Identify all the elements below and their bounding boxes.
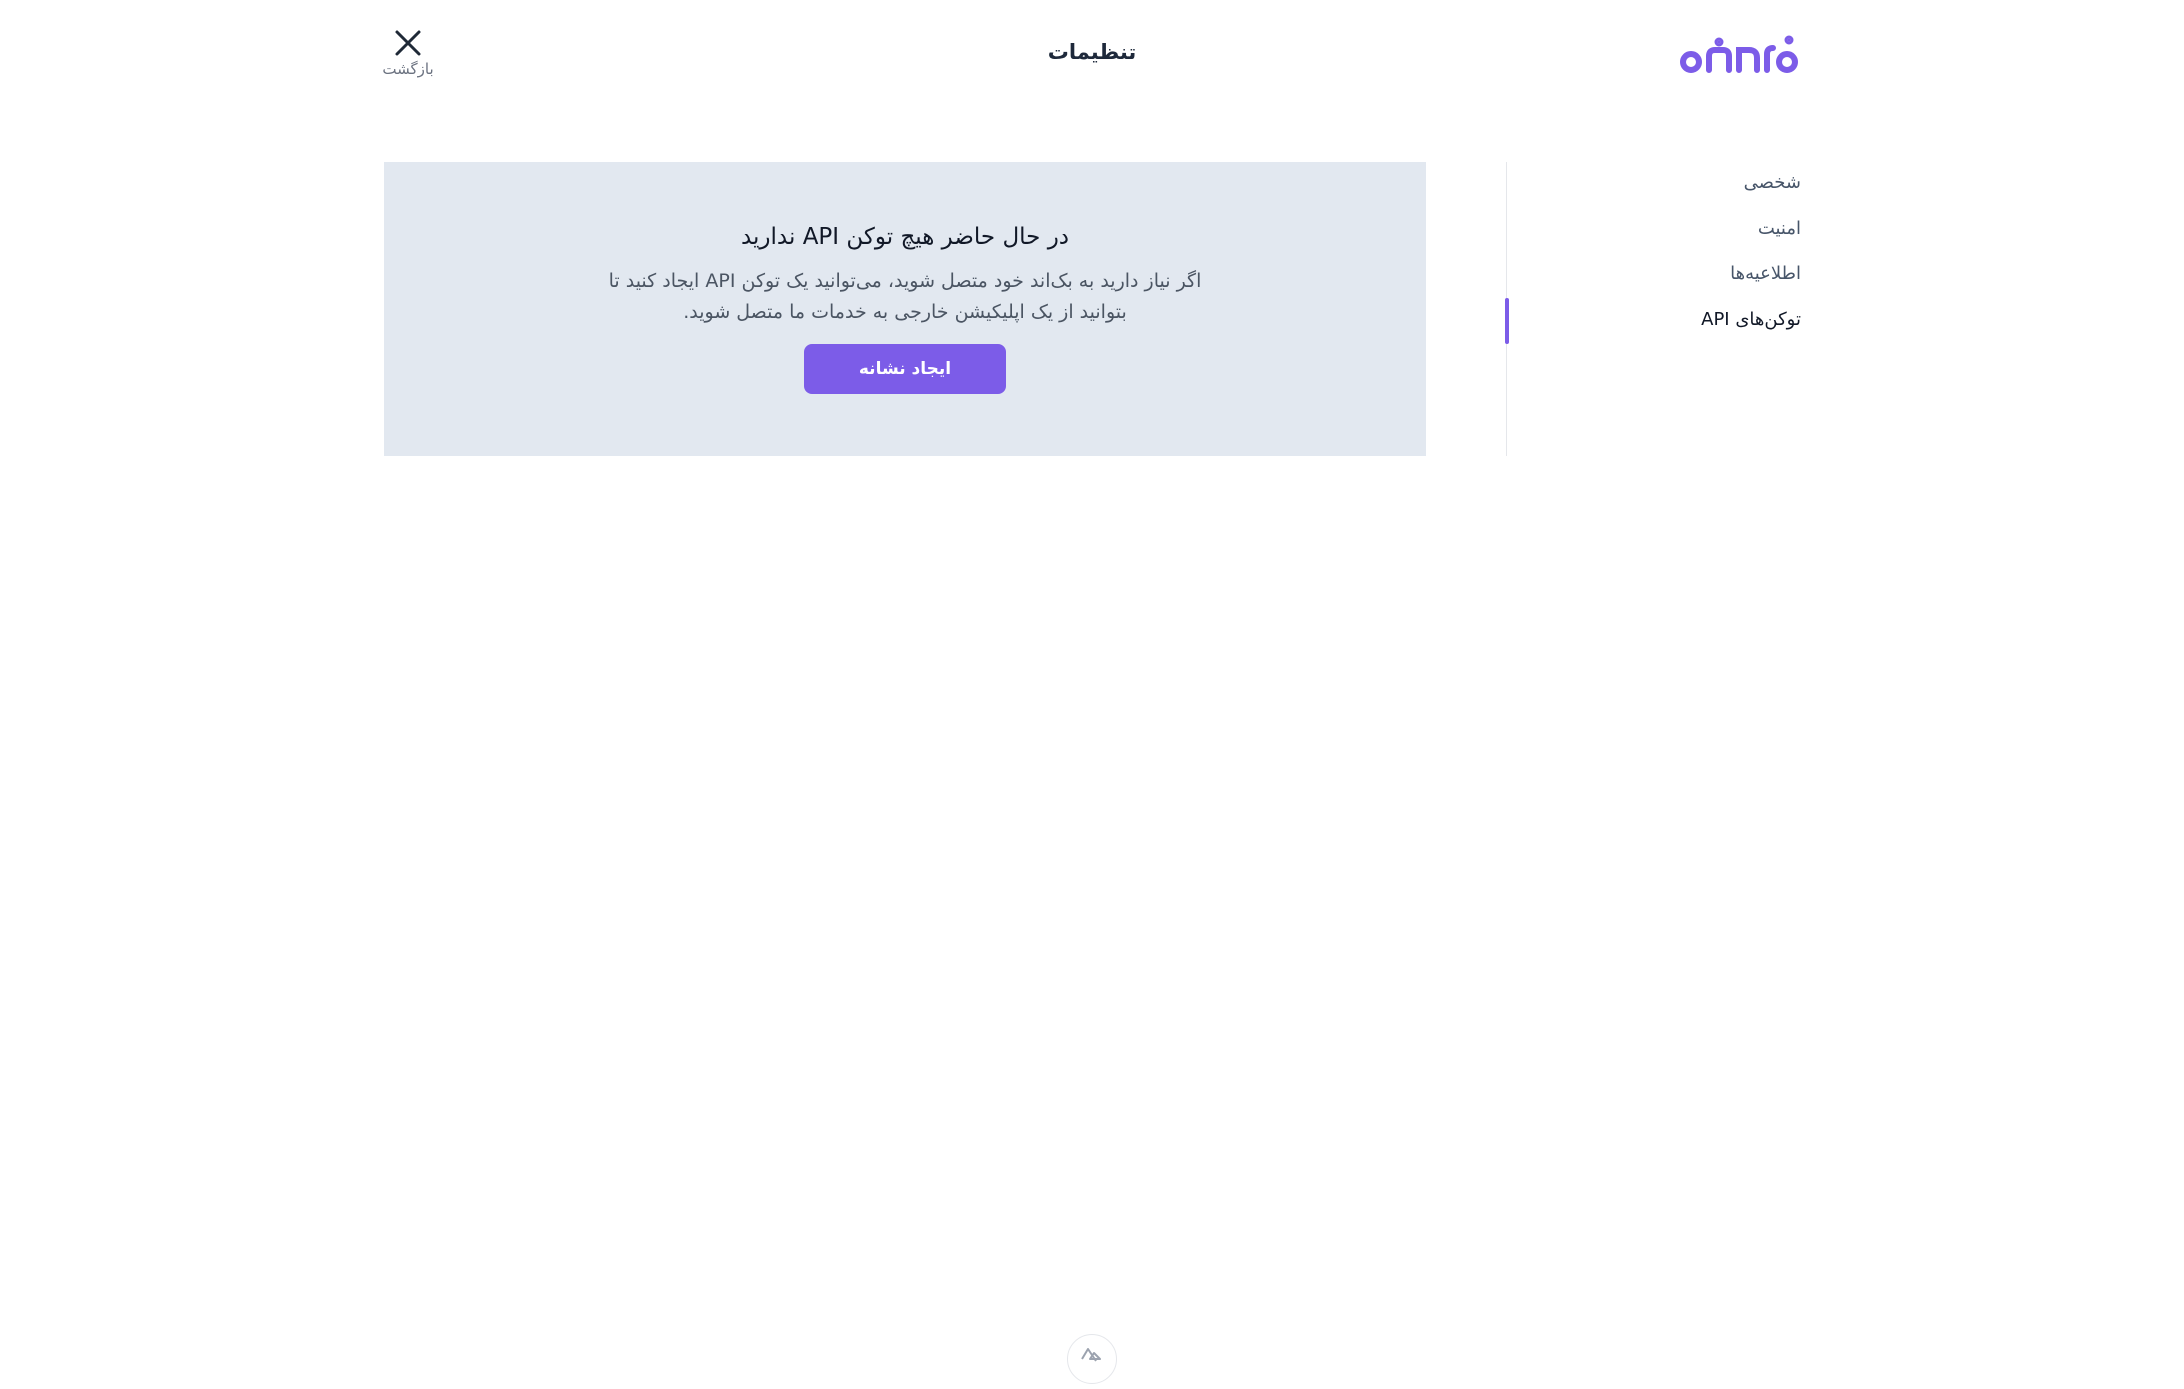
header: تنظیمات بازگشت (0, 0, 2184, 110)
empty-state-title: در حال حاضر هیچ توکن API ندارید (740, 224, 1070, 250)
create-token-button[interactable]: ایجاد نشانه (804, 344, 1006, 394)
back-button[interactable]: بازگشت (378, 28, 438, 88)
page-title: تنظیمات (1047, 40, 1137, 64)
settings-sidebar: شخصی امنیت اطلاعیه‌ها توکن‌های API (1491, 162, 1801, 456)
logo[interactable] (1679, 34, 1801, 78)
close-icon[interactable] (393, 28, 423, 58)
sidebar-item-api-tokens[interactable]: توکن‌های API (1701, 309, 1801, 330)
sidebar-item-personal[interactable]: شخصی (1744, 172, 1801, 193)
logo-icon (1680, 35, 1798, 73)
sidebar-item-notifications[interactable]: اطلاعیه‌ها (1730, 263, 1801, 284)
sidebar-item-security[interactable]: امنیت (1758, 218, 1801, 239)
footer-badge[interactable] (1067, 1334, 1117, 1384)
nuxt-icon (1081, 1348, 1101, 1362)
empty-state-description: اگر نیاز دارید به بک‌اند خود متصل شوید، … (608, 270, 1202, 323)
back-label: بازگشت (382, 60, 434, 78)
empty-state-card: در حال حاضر هیچ توکن API ندارید اگر نیاز… (384, 162, 1426, 456)
